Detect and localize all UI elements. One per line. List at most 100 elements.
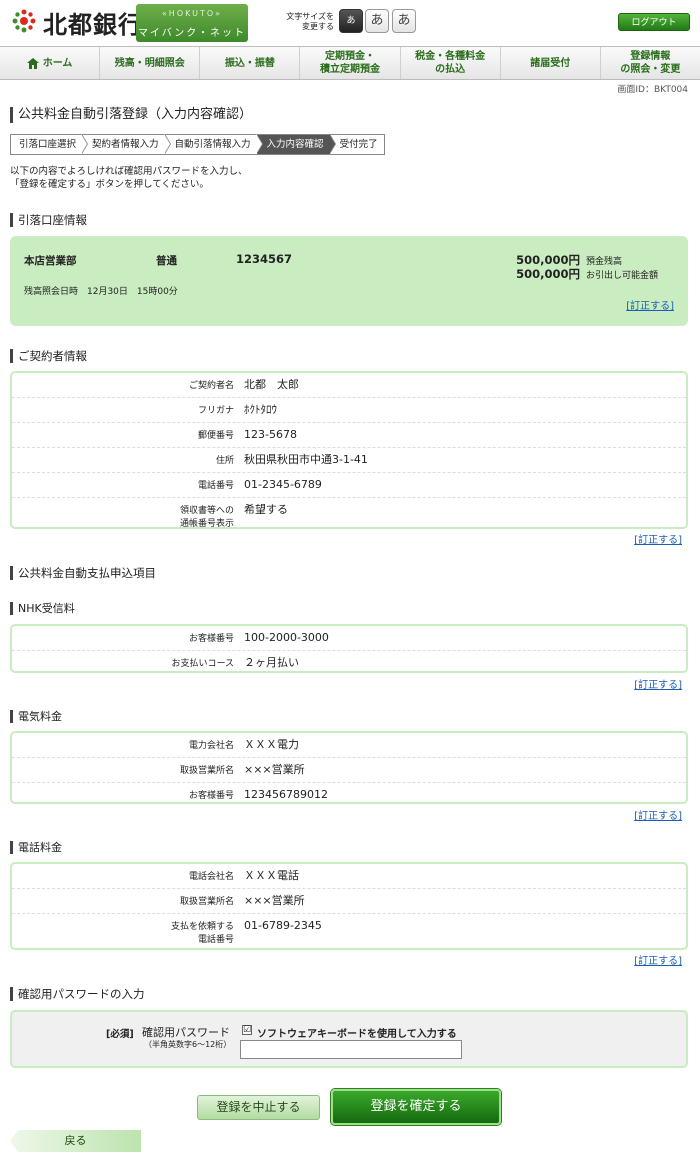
step-account-select: 引落口座選択 <box>11 134 89 154</box>
row-value: ＸＸＸ電話 <box>244 869 299 882</box>
password-label: 確認用パスワード <box>142 1026 230 1039</box>
page-title: 公共料金自動引落登録（入力内容確認） <box>10 107 252 123</box>
table-row: 領収書等への 通帳番号表示 希望する <box>12 498 686 535</box>
nav-notifications[interactable]: 諸届受付 <box>501 47 601 79</box>
font-size-large-button[interactable]: あ <box>392 9 416 33</box>
subsection-title-nhk: NHK受信料 <box>10 602 75 615</box>
nav-transfer[interactable]: 振込・振替 <box>200 47 301 79</box>
table-row: お支払いコース ２ヶ月払い <box>12 651 686 675</box>
row-label-line1: 領収書等への <box>179 506 234 516</box>
back-button[interactable]: 戻る <box>10 1130 141 1152</box>
row-label: 電話番号 <box>197 481 234 491</box>
step-indicator: 引落口座選択 契約者情報入力 自動引落情報入力 入力内容確認 受付完了 <box>10 134 385 155</box>
row-label: 取扱営業所名 <box>179 766 234 776</box>
required-badge: [必須] <box>106 1029 134 1040</box>
subsection-title-phone: 電話料金 <box>10 841 62 854</box>
row-label: 支払を依頼する電話番号 <box>12 914 234 951</box>
row-value: 100-2000-3000 <box>244 631 329 644</box>
table-row: 住所 秋田県秋田市中通3-1-41 <box>12 448 686 473</box>
row-label: お支払いコース <box>171 659 234 669</box>
table-row: 支払を依頼する電話番号 01-6789-2345 <box>12 914 686 951</box>
account-balance-label: 預金残高 <box>586 257 623 267</box>
font-size-medium-button[interactable]: あ <box>365 9 389 33</box>
service-name-en: «HOKUTO» <box>161 9 223 18</box>
row-value: 123-5678 <box>244 428 297 441</box>
nav-registration-info[interactable]: 登録情報 の照会・変更 <box>601 47 700 79</box>
font-size-label: 文字サイズを 変更する <box>282 12 334 32</box>
row-value: ×××営業所 <box>244 763 305 776</box>
table-row: お客様番号 100-2000-3000 <box>12 626 686 651</box>
row-label-line1: 支払を依頼する <box>170 922 234 932</box>
nhk-table: お客様番号 100-2000-3000 お支払いコース ２ヶ月払い <box>10 624 688 673</box>
font-size-label-line2: 変更する <box>302 22 334 31</box>
table-row: 郵便番号 123-5678 <box>12 423 686 448</box>
table-row: 電力会社名 ＸＸＸ電力 <box>12 733 686 758</box>
row-value: 希望する <box>244 503 288 516</box>
phone-fix-link[interactable]: [訂正する] <box>634 952 682 967</box>
row-label: 電話会社名 <box>188 872 234 882</box>
nav-balance[interactable]: 残高・明細照会 <box>100 47 201 79</box>
nav-time-deposit[interactable]: 定期預金・積立定期預金 <box>300 47 401 79</box>
logout-button[interactable]: ログアウト <box>618 13 690 31</box>
table-row: お客様番号 123456789012 <box>12 783 686 807</box>
software-keyboard-label[interactable]: ソフトウェアキーボードを使用して入力する <box>257 1025 457 1040</box>
nav-notifications-label: 諸届受付 <box>530 57 571 69</box>
table-row: 電話番号 01-2345-6789 <box>12 473 686 498</box>
account-withdrawable: 500,000円 <box>516 267 580 281</box>
instruction-line1: 以下の内容でよろしければ確認用パスワードを入力し、 <box>10 166 248 177</box>
nav-tax-payment[interactable]: 税金・各種料金 の払込 <box>401 47 501 79</box>
cancel-registration-button[interactable]: 登録を中止する <box>197 1095 320 1120</box>
global-nav: ホーム 残高・明細照会 振込・振替 定期預金・積立定期預金 税金・各種料金 の払込… <box>0 46 700 80</box>
software-keyboard-checkbox[interactable]: ☑ <box>242 1025 252 1035</box>
font-size-label-line1: 文字サイズを <box>286 12 334 21</box>
row-label-line2: 電話番号 <box>197 935 234 945</box>
table-row: フリガナ ﾎｸﾄﾀﾛｳ <box>12 398 686 423</box>
phone-table: 電話会社名 ＸＸＸ電話 取扱営業所名 ×××営業所 支払を依頼する電話番号 01-67… <box>10 862 688 950</box>
instruction-text: 以下の内容でよろしければ確認用パスワードを入力し、 「登録を確定する」ボタンを押… <box>10 165 248 191</box>
row-value: ＸＸＸ電力 <box>244 738 299 751</box>
section-title-password: 確認用パスワードの入力 <box>10 987 145 1001</box>
subsection-title-electric: 電気料金 <box>10 710 62 723</box>
step-confirm: 入力内容確認 <box>256 134 336 154</box>
contractor-table: ご契約者名 北都 太郎 フリガナ ﾎｸﾄﾀﾛｳ 郵便番号 123-5678 住所 秋田県… <box>10 371 688 529</box>
account-type: 普通 <box>156 255 177 267</box>
electric-table: 電力会社名 ＸＸＸ電力 取扱営業所名 ×××営業所 お客様番号 12345678901… <box>10 731 688 804</box>
account-number: 1234567 <box>236 252 293 266</box>
nav-transfer-label: 振込・振替 <box>224 57 275 69</box>
nav-home[interactable]: ホーム <box>0 47 101 79</box>
account-fix-link[interactable]: [訂正する] <box>626 297 674 312</box>
row-value: ×××営業所 <box>244 894 305 907</box>
row-value: 秋田県秋田市中通3-1-41 <box>244 453 368 466</box>
bank-name: 北都銀行 <box>43 11 143 39</box>
contractor-fix-link[interactable]: [訂正する] <box>634 531 682 546</box>
bank-logo[interactable]: 北都銀行 «HOKUTO» マイバンク・ネット <box>10 3 248 43</box>
row-label: 郵便番号 <box>197 431 234 441</box>
account-withdrawable-label: お引出し可能金額 <box>586 271 659 281</box>
nav-time-deposit-label: 定期預金・ <box>324 51 375 62</box>
row-label: お客様番号 <box>188 634 234 644</box>
row-label: ご契約者名 <box>188 381 234 391</box>
row-label: 住所 <box>215 456 234 466</box>
screen-id: 画面ID：BKT004 <box>617 85 688 95</box>
row-label-line2: 通帳番号表示 <box>179 519 234 529</box>
font-size-small-button[interactable]: あ <box>339 9 363 33</box>
instruction-line2: 「登録を確定する」ボタンを押してください。 <box>10 179 209 190</box>
table-row: 取扱営業所名 ×××営業所 <box>12 889 686 914</box>
electric-fix-link[interactable]: [訂正する] <box>634 807 682 822</box>
table-row: ご契約者名 北都 太郎 <box>12 373 686 398</box>
confirm-registration-button[interactable]: 登録を確定する <box>331 1089 501 1125</box>
row-label: 領収書等への 通帳番号表示 <box>12 498 234 535</box>
service-name: マイバンク・ネット <box>137 28 247 39</box>
nav-tax-payment-label: 税金・各種料金 <box>415 51 486 62</box>
step-contractor-input: 契約者情報入力 <box>82 134 171 154</box>
section-title-account: 引落口座情報 <box>10 213 87 227</box>
table-row: 取扱営業所名 ×××営業所 <box>12 758 686 783</box>
row-value: 01-6789-2345 <box>244 919 322 932</box>
nhk-fix-link[interactable]: [訂正する] <box>634 676 682 691</box>
row-value: 123456789012 <box>244 788 328 801</box>
header: 北都銀行 «HOKUTO» マイバンク・ネット 文字サイズを 変更する あ あ … <box>0 0 700 44</box>
password-input[interactable] <box>240 1040 462 1059</box>
row-value: ２ヶ月払い <box>244 656 299 669</box>
table-row: 電話会社名 ＸＸＸ電話 <box>12 864 686 889</box>
nav-time-deposit-label2: 積立定期預金 <box>319 64 380 75</box>
